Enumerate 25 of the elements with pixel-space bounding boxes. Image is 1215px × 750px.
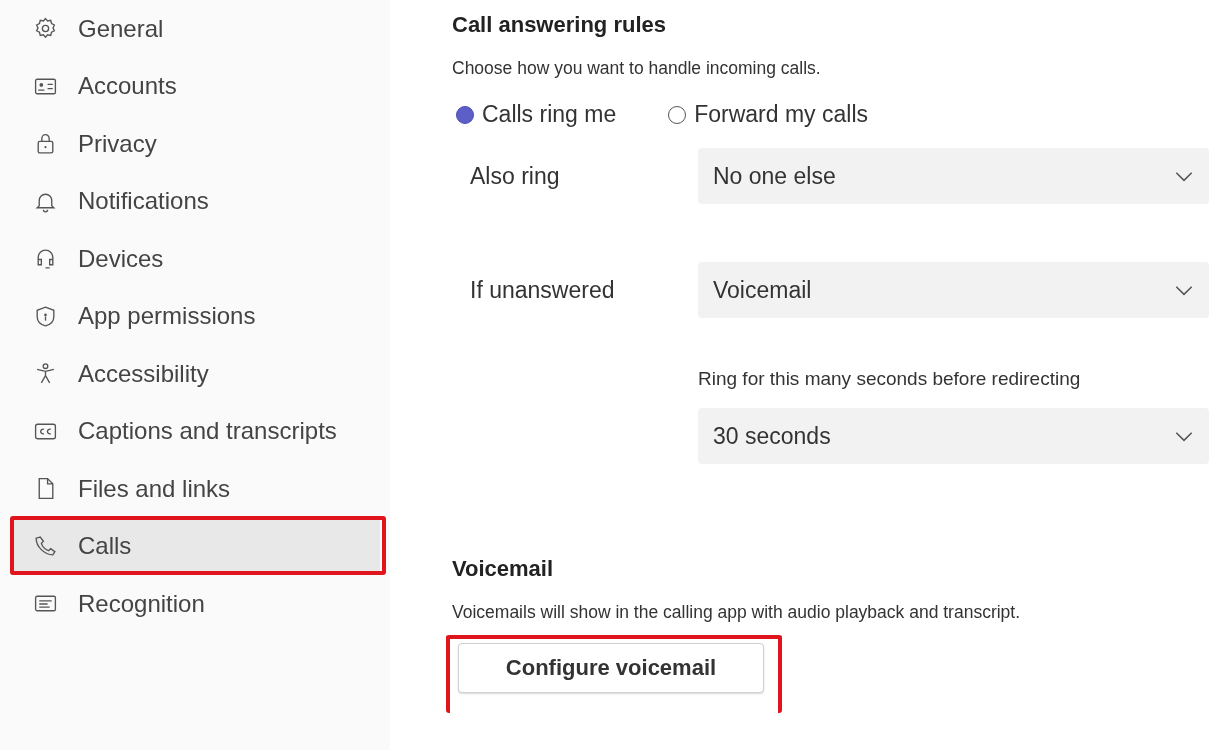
dropdown[interactable]: Voicemail [698, 262, 1209, 318]
section-description: Choose how you want to handle incoming calls. [452, 58, 822, 79]
sidebar-item[interactable]: Devices [0, 230, 382, 288]
sidebar-item[interactable]: Accessibility [0, 345, 382, 403]
shield-icon [33, 303, 58, 329]
radio-icon[interactable] [456, 105, 474, 124]
sidebar-item[interactable]: App permissions [0, 287, 382, 345]
radio-label: Calls ring me [482, 101, 617, 128]
field-label: If unanswered [469, 276, 616, 304]
sidebar-item[interactable]: Files and links [0, 460, 382, 518]
sidebar-item[interactable]: General [0, 0, 382, 58]
section-title: Voicemail [452, 556, 555, 582]
field-label: Also ring [469, 162, 561, 190]
field-label: Ring for this many seconds before redirecting [698, 368, 1082, 390]
sidebar-item[interactable]: Accounts [0, 57, 382, 115]
sidebar-item[interactable]: Recognition [0, 575, 382, 633]
sidebar-item[interactable]: Captions and transcripts [0, 402, 382, 460]
configure-voicemail-button[interactable]: Configure voicemail [458, 643, 764, 693]
dropdown[interactable]: No one else [698, 148, 1209, 204]
sidebar-item[interactable]: Notifications [0, 172, 382, 230]
dropdown[interactable]: 30 seconds [698, 408, 1209, 464]
section-title: Call answering rules [452, 12, 667, 38]
radio-option[interactable]: Calls ring me [456, 101, 617, 128]
sidebar-item[interactable]: Privacy [0, 115, 382, 173]
section-description: Voicemails will show in the calling app with audio playback and transcript. [452, 602, 1022, 623]
